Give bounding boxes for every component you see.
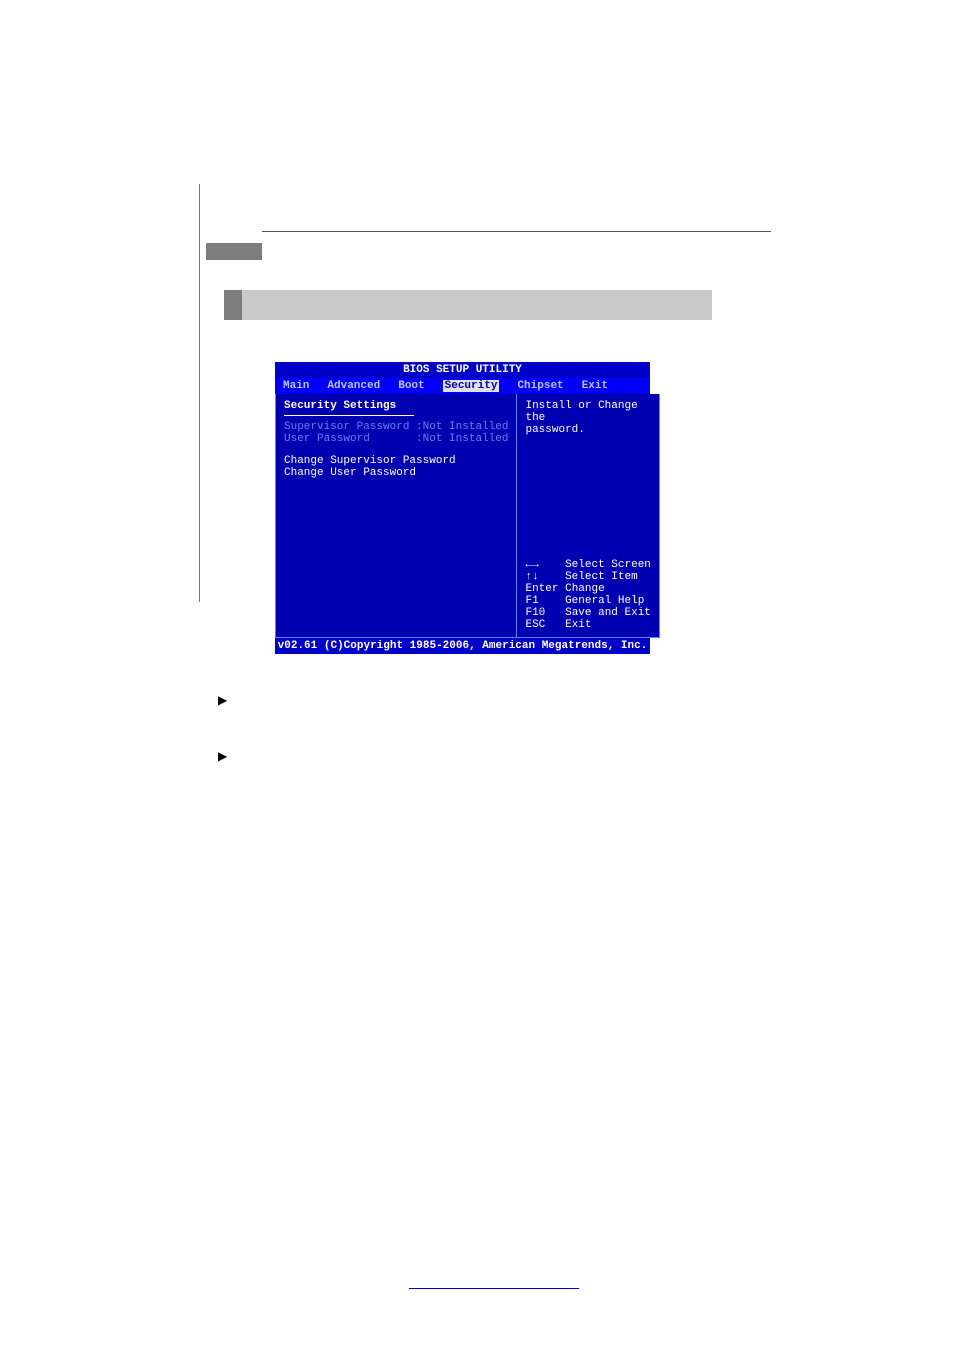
menu-boot: Boot <box>398 380 424 392</box>
menu-chipset: Chipset <box>517 380 563 392</box>
bios-screenshot: BIOS SETUP UTILITY Main Advanced Boot Se… <box>275 362 650 652</box>
nav-esc: ESC Exit <box>525 619 650 631</box>
horizontal-rule <box>262 231 771 232</box>
vertical-rule <box>199 184 200 602</box>
menu-main: Main <box>283 380 309 392</box>
supervisor-label: Supervisor Password <box>284 421 409 433</box>
page-footer-rule <box>409 1288 579 1289</box>
menu-exit: Exit <box>582 380 608 392</box>
change-supervisor-password: Change Supervisor Password <box>284 455 508 467</box>
bios-title: BIOS SETUP UTILITY <box>275 362 650 378</box>
user-value: :Not Installed <box>416 433 508 445</box>
bios-right-panel: Install or Change the password. ←→ Selec… <box>517 394 659 638</box>
nav-ud: ↑↓ Select Item <box>525 571 650 583</box>
triangle-bullet-icon: ▶ <box>218 749 227 763</box>
nav-hints: ←→ Select Screen ↑↓ Select Item Enter Ch… <box>525 559 650 631</box>
nav-enter: Enter Change <box>525 583 650 595</box>
spacer <box>284 445 508 455</box>
change-user-password: Change User Password <box>284 467 508 479</box>
help-line-1: Install or Change the <box>525 400 650 424</box>
bios-body: Security Settings Supervisor Password :N… <box>275 394 650 638</box>
nav-lr: ←→ Select Screen <box>525 559 650 571</box>
help-text: Install or Change the password. <box>525 400 650 436</box>
menu-security: Security <box>443 380 500 392</box>
bios-left-panel: Security Settings Supervisor Password :N… <box>275 394 517 638</box>
supervisor-value: :Not Installed <box>416 421 508 433</box>
user-row: User Password :Not Installed <box>284 433 508 445</box>
grey-block-wide <box>224 290 712 320</box>
supervisor-row: Supervisor Password :Not Installed <box>284 421 508 433</box>
grey-block-small <box>206 243 262 260</box>
help-line-2: password. <box>525 424 650 436</box>
triangle-bullet-icon: ▶ <box>218 693 227 707</box>
nav-f1: F1 General Help <box>525 595 650 607</box>
bios-footer: v02.61 (C)Copyright 1985-2006, American … <box>275 638 650 654</box>
user-label: User Password <box>284 433 370 445</box>
section-divider <box>284 415 414 416</box>
menu-advanced: Advanced <box>327 380 380 392</box>
grey-block-wide-left <box>224 290 242 320</box>
bios-menubar: Main Advanced Boot Security Chipset Exit <box>275 378 650 394</box>
security-settings-title: Security Settings <box>284 400 508 412</box>
nav-f10: F10 Save and Exit <box>525 607 650 619</box>
